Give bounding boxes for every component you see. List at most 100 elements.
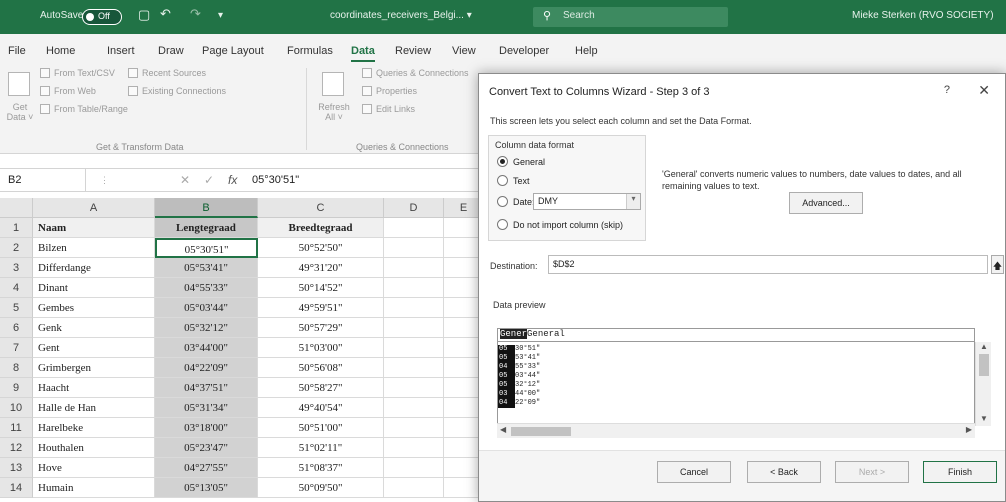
scroll-right-icon[interactable]: ▶ [966, 425, 972, 434]
cell-empty[interactable] [384, 378, 444, 398]
cell-breedtegraad[interactable]: 50°14'52" [258, 278, 384, 298]
cell-lengtegraad[interactable]: 05°53'41" [155, 258, 258, 278]
cell-lengtegraad[interactable]: 05°30'51" [155, 238, 258, 258]
destination-input[interactable]: $D$2 [548, 255, 988, 274]
cell-lengtegraad[interactable]: 05°32'12" [155, 318, 258, 338]
skip-label[interactable]: Do not import column (skip) [513, 220, 623, 230]
cell-empty[interactable] [384, 398, 444, 418]
row-header[interactable]: 8 [0, 358, 33, 378]
cell-lengtegraad[interactable]: 04°55'33" [155, 278, 258, 298]
next-button[interactable]: Next > [835, 461, 909, 483]
cell-naam[interactable]: Gent [33, 338, 155, 358]
cell-empty[interactable] [384, 338, 444, 358]
scroll-down-icon[interactable]: ▼ [976, 414, 992, 423]
general-label[interactable]: General [513, 157, 545, 167]
row-header[interactable]: 3 [0, 258, 33, 278]
cell-lengtegraad[interactable]: 05°13'05" [155, 478, 258, 498]
tab-draw[interactable]: Draw [158, 45, 184, 57]
cell-breedtegraad[interactable]: 49°59'51" [258, 298, 384, 318]
cell-lengtegraad[interactable]: Lengtegraad [155, 218, 258, 238]
row-header[interactable]: 10 [0, 398, 33, 418]
preview-vertical-scrollbar[interactable]: ▲ ▼ [975, 342, 991, 426]
row-header[interactable]: 14 [0, 478, 33, 498]
cell-breedtegraad[interactable]: 49°40'54" [258, 398, 384, 418]
cell-lengtegraad[interactable]: 04°37'51" [155, 378, 258, 398]
row-header[interactable]: 9 [0, 378, 33, 398]
cell-naam[interactable]: Haacht [33, 378, 155, 398]
cell-lengtegraad[interactable]: 05°03'44" [155, 298, 258, 318]
properties-button[interactable]: Properties [376, 86, 417, 96]
recent-sources-button[interactable]: Recent Sources [142, 68, 206, 78]
cell-empty[interactable] [384, 418, 444, 438]
tab-home[interactable]: Home [46, 45, 75, 57]
scroll-up-icon[interactable]: ▲ [976, 342, 992, 351]
date-format-select[interactable]: DMY ▾ [533, 193, 641, 210]
customize-icon[interactable]: ▾ [218, 10, 223, 21]
cancel-button[interactable]: Cancel [657, 461, 731, 483]
cell-empty[interactable] [384, 358, 444, 378]
cell-empty[interactable] [384, 318, 444, 338]
hscroll-thumb[interactable] [511, 427, 571, 436]
formula-bar-menu-icon[interactable]: ⋮ [100, 175, 109, 186]
insert-function-icon[interactable]: fx [228, 173, 237, 187]
tab-page-layout[interactable]: Page Layout [202, 45, 264, 57]
preview-horizontal-scrollbar[interactable]: ◀ ▶ [497, 423, 975, 438]
column-header-b[interactable]: B [155, 198, 258, 218]
get-data-icon[interactable] [8, 72, 30, 96]
refresh-all-icon[interactable] [322, 72, 344, 96]
cell-empty[interactable] [384, 258, 444, 278]
column-header-a[interactable]: A [33, 198, 155, 218]
redo-icon[interactable]: ↷ [190, 6, 201, 22]
cell-breedtegraad[interactable]: 50°52'50" [258, 238, 384, 258]
skip-radio[interactable] [497, 219, 508, 230]
scroll-left-icon[interactable]: ◀ [500, 425, 506, 434]
preview-header-col2[interactable]: General [527, 329, 565, 339]
cell-naam[interactable]: Genk [33, 318, 155, 338]
cell-empty[interactable] [384, 478, 444, 498]
text-label[interactable]: Text [513, 176, 530, 186]
cell-naam[interactable]: Differdange [33, 258, 155, 278]
row-header[interactable]: 7 [0, 338, 33, 358]
search-box[interactable]: ⚲ Search [533, 7, 728, 27]
date-label[interactable]: Date: [513, 197, 535, 207]
general-radio[interactable] [497, 156, 508, 167]
enter-icon[interactable]: ✓ [204, 173, 214, 187]
cell-empty[interactable] [384, 298, 444, 318]
cell-breedtegraad[interactable]: 49°31'20" [258, 258, 384, 278]
cell-empty[interactable] [384, 238, 444, 258]
collapse-dialog-icon[interactable]: 🡅 [991, 255, 1004, 274]
row-header[interactable]: 6 [0, 318, 33, 338]
cell-naam[interactable]: Grimbergen [33, 358, 155, 378]
cell-breedtegraad[interactable]: 51°08'37" [258, 458, 384, 478]
close-icon[interactable]: ✕ [978, 82, 990, 99]
cell-naam[interactable]: Bilzen [33, 238, 155, 258]
cell-breedtegraad[interactable]: 51°03'00" [258, 338, 384, 358]
save-icon[interactable]: ▢ [138, 7, 150, 23]
cell-breedtegraad[interactable]: 50°58'27" [258, 378, 384, 398]
preview-header-col1[interactable]: Gener [500, 329, 528, 339]
row-header[interactable]: 1 [0, 218, 33, 238]
row-header[interactable]: 11 [0, 418, 33, 438]
cell-naam[interactable]: Hove [33, 458, 155, 478]
row-header[interactable]: 5 [0, 298, 33, 318]
back-button[interactable]: < Back [747, 461, 821, 483]
cell-empty[interactable] [384, 438, 444, 458]
file-name[interactable]: coordinates_receivers_Belgi... ▾ [330, 10, 472, 21]
select-all-corner[interactable] [0, 198, 33, 218]
existing-connections-button[interactable]: Existing Connections [142, 86, 226, 96]
autosave-toggle[interactable]: Off [82, 9, 122, 25]
cell-breedtegraad[interactable]: 50°09'50" [258, 478, 384, 498]
cell-breedtegraad[interactable]: Breedtegraad [258, 218, 384, 238]
user-name[interactable]: Mieke Sterken (RVO SOCIETY) [852, 10, 994, 21]
cell-breedtegraad[interactable]: 50°56'08" [258, 358, 384, 378]
cell-breedtegraad[interactable]: 51°02'11" [258, 438, 384, 458]
advanced-button[interactable]: Advanced... [789, 192, 863, 214]
cell-empty[interactable] [384, 278, 444, 298]
cell-lengtegraad[interactable]: 05°31'34" [155, 398, 258, 418]
row-header[interactable]: 12 [0, 438, 33, 458]
cell-empty[interactable] [384, 458, 444, 478]
column-header-d[interactable]: D [384, 198, 444, 218]
formula-input[interactable]: 05°30'51" [252, 174, 299, 186]
finish-button[interactable]: Finish [923, 461, 997, 483]
get-data-button[interactable]: Get Data ˅ [2, 102, 38, 122]
